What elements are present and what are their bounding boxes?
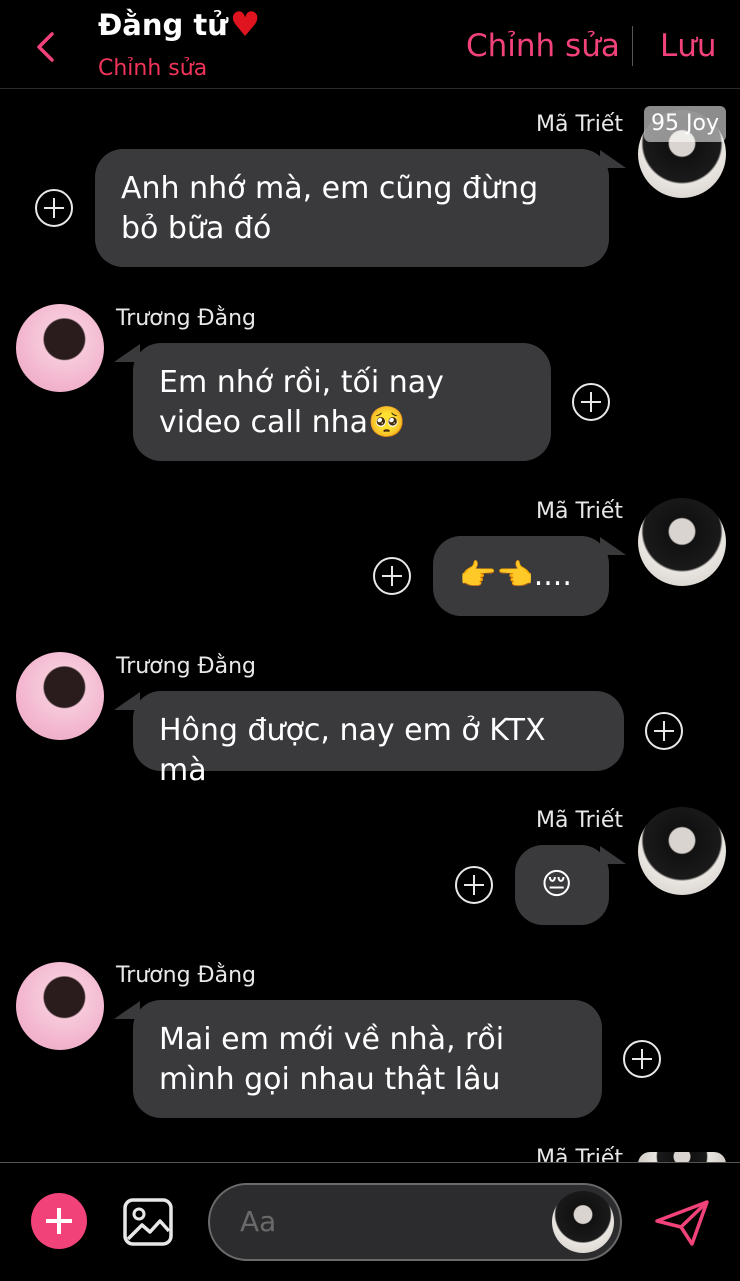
header-divider: [632, 26, 633, 66]
message-bubble[interactable]: Em nhớ rồi, tối nay video call nha🥺: [133, 343, 551, 461]
react-plus-icon[interactable]: [623, 1040, 661, 1078]
back-chevron-icon[interactable]: [30, 30, 64, 64]
overlay-badge: 95 Joy: [644, 106, 726, 142]
top-bar: Đằng tử ♥ Chỉnh sửa Chỉnh sửa Lưu: [0, 0, 740, 89]
composer-bar: Aa: [0, 1162, 740, 1281]
avatar-truong-dang[interactable]: [16, 962, 104, 1050]
image-icon[interactable]: [122, 1197, 174, 1247]
plus-icon[interactable]: [31, 1193, 87, 1249]
sender-name: Trương Đằng: [116, 654, 256, 679]
react-plus-icon[interactable]: [373, 557, 411, 595]
sender-name: Mã Triết: [536, 112, 623, 137]
chat-title: Đằng tử ♥: [98, 8, 260, 42]
react-plus-icon[interactable]: [35, 189, 73, 227]
message-bubble[interactable]: 😔: [515, 845, 609, 925]
bubble-tail: [114, 344, 140, 362]
react-plus-icon[interactable]: [572, 383, 610, 421]
send-icon[interactable]: [654, 1199, 710, 1247]
avatar-ma-triet[interactable]: [552, 1191, 614, 1253]
chat-title-text: Đằng tử: [98, 8, 228, 42]
sender-name: Mã Triết: [536, 1146, 623, 1162]
message-bubble[interactable]: Hông được, nay em ở KTX mà: [133, 691, 624, 788]
avatar-truong-dang[interactable]: [16, 652, 104, 740]
sender-name: Trương Đằng: [116, 306, 256, 331]
sender-name: Mã Triết: [536, 808, 623, 833]
heart-icon: ♥: [229, 5, 261, 45]
bubble-tail: [114, 692, 140, 710]
message-bubble[interactable]: Mai em mới về nhà, rồi mình gọi nhau thậ…: [133, 1000, 602, 1118]
edit-button[interactable]: Chỉnh sửa: [466, 28, 620, 64]
message-bubble[interactable]: Anh nhớ mà, em cũng đừng bỏ bữa đó: [95, 149, 609, 267]
bubble-tail: [600, 537, 626, 555]
bubble-tail: [600, 846, 626, 864]
message-input[interactable]: Aa: [208, 1183, 622, 1261]
sender-name: Trương Đằng: [116, 963, 256, 988]
avatar-ma-triet[interactable]: [638, 498, 726, 586]
bubble-tail: [114, 1001, 140, 1019]
save-button[interactable]: Lưu: [660, 28, 717, 64]
chat-subtitle[interactable]: Chỉnh sửa: [98, 56, 207, 81]
sender-name: Mã Triết: [536, 499, 623, 524]
react-plus-icon[interactable]: [645, 712, 683, 750]
avatar-ma-triet[interactable]: [638, 807, 726, 895]
bubble-tail: [600, 150, 626, 168]
message-bubble[interactable]: 👉👈....: [433, 536, 609, 616]
react-plus-icon[interactable]: [455, 866, 493, 904]
avatar-truong-dang[interactable]: [16, 304, 104, 392]
message-input-placeholder: Aa: [240, 1205, 277, 1238]
